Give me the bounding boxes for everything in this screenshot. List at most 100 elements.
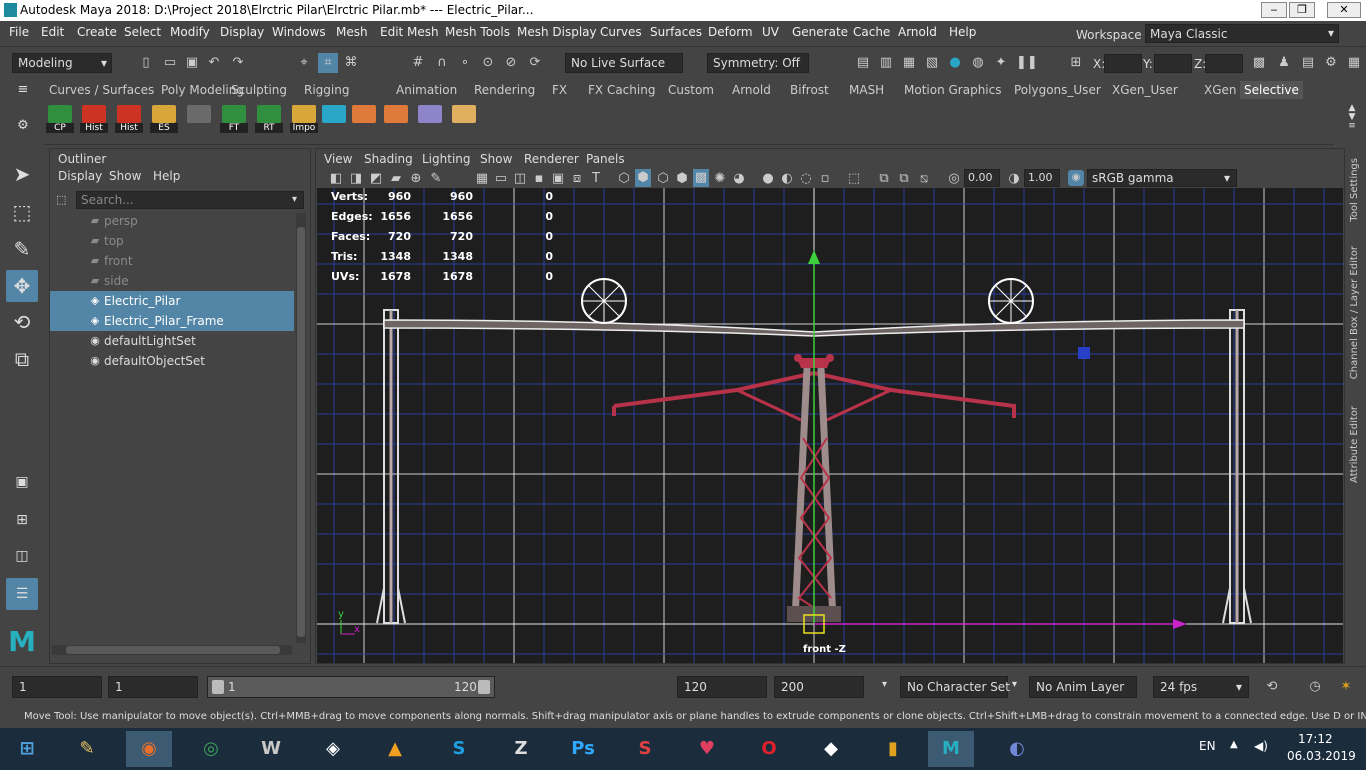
shelf-button-impo[interactable]: Impo <box>290 105 318 137</box>
light-editor-icon[interactable]: ✦ <box>993 55 1009 71</box>
vp-menu-lighting[interactable]: Lighting <box>422 152 471 166</box>
menu-modify[interactable]: Modify <box>170 25 210 39</box>
bookmarks-icon[interactable]: ◩ <box>368 171 384 187</box>
taskbar-zbrush-icon[interactable]: Z <box>498 731 544 767</box>
shelf-button-es[interactable]: ES <box>150 105 178 137</box>
anti-aliasing-icon[interactable]: ◌ <box>798 171 814 187</box>
minimize-button[interactable]: ‒ <box>1261 2 1287 18</box>
taskbar-epic-icon[interactable]: ◈ <box>310 731 356 767</box>
rotate-tool-icon[interactable]: ⟲ <box>6 306 38 338</box>
depth-of-field-icon[interactable]: ▫ <box>817 171 833 187</box>
shelf-scroll-arrows[interactable]: ▲ ▼ ≡ <box>1346 104 1358 132</box>
shelf-tab-mash[interactable]: MASH <box>849 83 884 97</box>
ipr-render-icon[interactable]: ▦ <box>901 55 917 71</box>
clock-time[interactable]: 17:12 <box>1298 732 1333 746</box>
use-all-lights-icon[interactable]: ✺ <box>712 171 728 187</box>
close-button[interactable]: ✕ <box>1327 2 1361 18</box>
outliner-item[interactable]: ◈ Electric_Pilar_Frame <box>50 311 294 331</box>
range-slider-end-handle[interactable] <box>478 680 490 694</box>
shelf-tab-xgen-user[interactable]: XGen_User <box>1112 83 1178 97</box>
tab-attribute-editor[interactable]: Attribute Editor <box>1349 406 1360 483</box>
z-field[interactable] <box>1205 54 1243 73</box>
taskbar-unity-icon[interactable]: ◆ <box>808 731 854 767</box>
select-hierarchy-icon[interactable]: ⌖ <box>296 55 312 71</box>
gamma-field[interactable]: 1.00 <box>1024 169 1060 187</box>
exposure-field[interactable]: 0.00 <box>964 169 1000 187</box>
gate-mask-icon[interactable]: ▪ <box>531 171 547 187</box>
menu-mesh[interactable]: Mesh <box>336 25 368 39</box>
chevron-down-icon[interactable]: ▾ <box>292 194 297 205</box>
character-set-dropdown[interactable]: No Character Set <box>900 676 1010 698</box>
isolate-select-icon[interactable]: ⬚ <box>846 171 862 187</box>
grid-icon[interactable]: ▦ <box>474 171 490 187</box>
snap-view-plane-icon[interactable]: ⊘ <box>503 55 519 71</box>
xray-joints-icon[interactable]: ⧉ <box>876 171 892 187</box>
vp-menu-renderer[interactable]: Renderer <box>524 152 579 166</box>
outliner-item[interactable]: ▰ top <box>50 231 294 251</box>
scale-tool-icon[interactable]: ⧉ <box>6 343 38 375</box>
select-object-icon[interactable]: ⌗ <box>318 53 338 73</box>
taskbar-archicad-icon[interactable]: ▲ <box>372 731 418 767</box>
attribute-editor-icon[interactable]: ▤ <box>1300 55 1316 71</box>
vp-menu-show[interactable]: Show <box>480 152 512 166</box>
auto-key-icon[interactable]: ◷ <box>1307 679 1323 695</box>
field-chart-icon[interactable]: ▣ <box>550 171 566 187</box>
shelf-button-tool-9[interactable] <box>350 105 378 137</box>
open-scene-icon[interactable]: ▭ <box>162 55 178 71</box>
render-setup-icon[interactable]: ◍ <box>970 55 986 71</box>
resolution-gate-icon[interactable]: ◫ <box>512 171 528 187</box>
xray-components-icon[interactable]: ⧉ <box>896 171 912 187</box>
redo-icon[interactable]: ↷ <box>230 55 246 71</box>
start-time-field[interactable]: 1 <box>12 676 102 698</box>
search-input[interactable]: Search... <box>76 191 304 209</box>
shelf-button-hist[interactable]: Hist <box>115 105 143 137</box>
menu-mesh-tools[interactable]: Mesh Tools <box>445 25 510 39</box>
character-controls-icon[interactable]: ♟ <box>1276 55 1292 71</box>
snap-point-icon[interactable]: ∘ <box>457 55 473 71</box>
y-field[interactable] <box>1154 54 1192 73</box>
snap-live-icon[interactable]: ⟳ <box>527 55 543 71</box>
tab-channel-box[interactable]: Channel Box / Layer Editor <box>1349 246 1360 379</box>
select-tool-icon[interactable]: ➤ <box>6 158 38 190</box>
outliner-menu-display[interactable]: Display <box>58 169 102 183</box>
menu-windows[interactable]: Windows <box>272 25 326 39</box>
shelf-button-hist[interactable]: Hist <box>80 105 108 137</box>
color-management-icon[interactable]: ◉ <box>1068 170 1084 186</box>
image-plane-icon[interactable]: ▰ <box>388 171 404 187</box>
loop-icon[interactable]: ⟲ <box>1264 679 1280 695</box>
shelf-button-tool-8[interactable] <box>320 105 348 137</box>
language-indicator[interactable]: EN <box>1199 739 1216 753</box>
volume-icon[interactable]: ◀) <box>1254 739 1268 753</box>
render-view-icon[interactable]: ▤ <box>855 55 871 71</box>
smooth-shade-icon[interactable]: ⬢ <box>635 169 651 187</box>
channel-box-icon[interactable]: ▦ <box>1346 55 1362 71</box>
hscroll-thumb[interactable] <box>66 646 280 654</box>
motion-blur-icon[interactable]: ◐ <box>779 171 795 187</box>
taskbar-opera-icon[interactable]: O <box>746 731 792 767</box>
shelf-button-cp[interactable]: CP <box>46 105 74 137</box>
menu-create[interactable]: Create <box>77 25 117 39</box>
snap-projected-icon[interactable]: ⊙ <box>480 55 496 71</box>
outliner-hscrollbar[interactable] <box>52 645 292 655</box>
taskbar-substance-icon[interactable]: S <box>622 731 668 767</box>
menu-edit-mesh[interactable]: Edit Mesh <box>380 25 439 39</box>
vp-menu-shading[interactable]: Shading <box>364 152 413 166</box>
shelf-tab-curves-surfaces[interactable]: Curves / Surfaces <box>49 83 154 97</box>
menu-uv[interactable]: UV <box>762 25 779 39</box>
transform-constraint-icon[interactable]: ⊞ <box>1068 55 1084 71</box>
shelf-tab-xgen[interactable]: XGen <box>1204 83 1237 97</box>
taskbar-world-of-tanks-icon[interactable]: W <box>248 731 294 767</box>
shelf-tab-animation[interactable]: Animation <box>396 83 457 97</box>
scroll-thumb[interactable] <box>297 227 305 637</box>
safe-action-icon[interactable]: ⧈ <box>569 171 585 187</box>
exposure-icon[interactable]: ◎ <box>946 171 962 187</box>
lasso-tool-icon[interactable]: ⬚ <box>6 196 38 228</box>
render-settings-icon[interactable]: ▧ <box>924 55 940 71</box>
chevron-down-icon[interactable]: ▾ <box>1012 679 1017 690</box>
filter-icon[interactable]: ⬚ <box>56 193 70 207</box>
shelf-button-tool-12[interactable] <box>450 105 478 137</box>
clock-date[interactable]: 06.03.2019 <box>1287 749 1356 763</box>
select-camera-icon[interactable]: ◧ <box>328 171 344 187</box>
taskbar-paint-icon[interactable]: ✎ <box>64 731 110 767</box>
taskbar-heart-app-icon[interactable]: ♥ <box>684 731 730 767</box>
